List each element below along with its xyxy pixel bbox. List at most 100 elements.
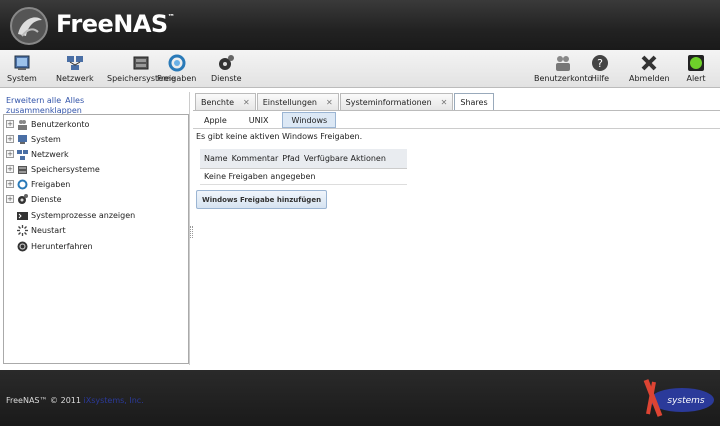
brand-tm: ™ [167,13,175,21]
tree-item-label: Systemprozesse anzeigen [31,210,136,220]
ixsystems-logo-icon: systems [643,379,714,417]
logout-icon [629,53,670,73]
toolbar-alert-label: Alert [686,74,706,83]
tree-item-system[interactable]: + System [6,132,61,146]
services-icon [18,193,28,204]
subtab-windows[interactable]: Windows [282,112,337,128]
add-windows-share-button[interactable]: Windows Freigabe hinzufügen [196,190,328,209]
tab-label: Systeminformationen [345,97,432,107]
svg-text:?: ? [597,57,603,70]
tab-shares[interactable]: Shares [454,93,494,110]
toolbar-help-button[interactable]: ? Hilfe [590,53,610,83]
users-icon [534,53,592,73]
expand-icon[interactable]: + [6,150,14,158]
close-icon[interactable]: ✕ [326,98,333,107]
footer: FreeNAS™ © 2011 iXsystems, Inc. systems [0,370,720,426]
toolbar-services-button[interactable]: Dienste [211,53,242,83]
subtab-apple[interactable]: Apple [196,112,235,128]
copyright-prefix: FreeNAS™ © 2011 [6,396,84,405]
alert-icon [686,53,706,73]
tree-item-label: Herunterfahren [31,241,93,251]
network-icon [17,149,28,160]
tree-item-label: Benutzerkonto [31,119,90,129]
toolbar-services-label: Dienste [211,74,242,83]
column-header-comment[interactable]: Kommentar [228,154,279,163]
expand-all-link[interactable]: Erweitern alle [6,96,61,105]
tree-controls: Erweitern alle Alles zusammenklappen [6,96,88,116]
tree-item-label: System [31,134,61,144]
navigation-tree: + Benutzerkonto + System + Netzwerk + Sp… [3,114,189,364]
toolbar-users-button[interactable]: Benutzerkonto [534,53,592,83]
tree-item-users[interactable]: + Benutzerkonto [6,117,89,131]
shares-table: Name Kommentar Pfad Verfügbare Aktionen … [200,149,407,185]
toolbar-shares-label: Freigaben [157,74,197,83]
toolbar-logout-button[interactable]: Abmelden [629,53,670,83]
header: FreeNAS™ [0,0,720,50]
toolbar-users-label: Benutzerkonto [534,74,593,83]
tab-settings[interactable]: Einstellungen ✕ [256,93,339,110]
shares-icon [17,179,28,189]
collapse-all-link[interactable]: Alles [65,96,84,105]
column-header-path[interactable]: Pfad [278,154,300,163]
tree-item-services[interactable]: + Dienste [6,192,62,206]
tab-system-information[interactable]: Systeminformationen ✕ [339,93,454,110]
tree-item-label: Netzwerk [31,149,69,159]
tree-item-storage[interactable]: + Speichersysteme [6,162,100,176]
logo-wordmark: systems [667,396,705,406]
tab-label: Shares [460,97,488,107]
tree-item-label: Neustart [31,225,66,235]
toolbar-shares-button[interactable]: Freigaben [157,53,196,83]
tree-item-shares[interactable]: + Freigaben [6,177,70,191]
expand-icon[interactable]: + [6,180,14,188]
column-header-name[interactable]: Name [200,154,228,163]
expand-icon[interactable]: + [6,165,14,173]
toolbar-system-button[interactable]: System [7,53,37,83]
tree-item-reboot[interactable]: Neustart [6,223,66,237]
expand-icon[interactable]: + [6,120,14,128]
toolbar-alert-button[interactable]: Alert [686,53,706,83]
tree-item-label: Speichersysteme [31,164,100,174]
company-link[interactable]: iXsystems, Inc. [84,396,144,405]
services-icon [211,53,242,73]
tab-divider [193,110,720,111]
help-icon: ? [590,53,610,73]
storage-icon [18,165,27,174]
toolbar-network-button[interactable]: Netzwerk [56,53,94,83]
table-empty-row: Keine Freigaben angegeben [200,169,407,185]
toolbar-help-label: Hilfe [590,74,610,83]
tab-label: Benchte [201,97,235,107]
shutdown-icon [17,241,28,251]
toolbar-network-label: Netzwerk [56,74,94,83]
table-header: Name Kommentar Pfad Verfügbare Aktionen [200,149,407,169]
tree-item-processes[interactable]: Systemprozesse anzeigen [6,208,135,222]
tab-reports[interactable]: Benchte ✕ [195,93,256,110]
expand-icon[interactable]: + [6,135,14,143]
toolbar-system-label: System [7,74,37,83]
expand-icon[interactable]: + [6,195,14,203]
main-tabs: Benchte ✕ Einstellungen ✕ Systeminformat… [195,93,495,110]
brand-name: FreeNAS [56,10,168,38]
freenas-logo-icon [10,7,48,45]
pane-splitter[interactable] [190,226,193,238]
tree-item-label: Freigaben [31,179,71,189]
system-icon [7,53,37,73]
brand-title: FreeNAS™ [56,10,175,38]
reboot-icon [17,224,28,236]
status-message: Es gibt keine aktiven Windows Freigaben. [196,132,363,141]
tree-item-label: Dienste [31,194,62,204]
close-icon[interactable]: ✕ [441,98,448,107]
users-icon [18,119,27,130]
main-toolbar: System Netzwerk Speichersysteme Freigabe… [0,50,720,88]
close-icon[interactable]: ✕ [243,98,250,107]
subtab-unix[interactable]: UNIX [241,112,277,128]
tab-label: Einstellungen [262,97,317,107]
left-navigation: Erweitern alle Alles zusammenklappen + Be… [0,92,190,365]
shares-icon [157,53,196,73]
tree-item-network[interactable]: + Netzwerk [6,147,69,161]
share-type-tabs: Apple UNIX Windows [196,112,342,128]
tree-item-shutdown[interactable]: Herunterfahren [6,239,93,253]
network-icon [56,53,94,73]
terminal-icon [17,211,28,220]
column-header-actions[interactable]: Verfügbare Aktionen [300,154,386,163]
system-icon [18,134,27,144]
